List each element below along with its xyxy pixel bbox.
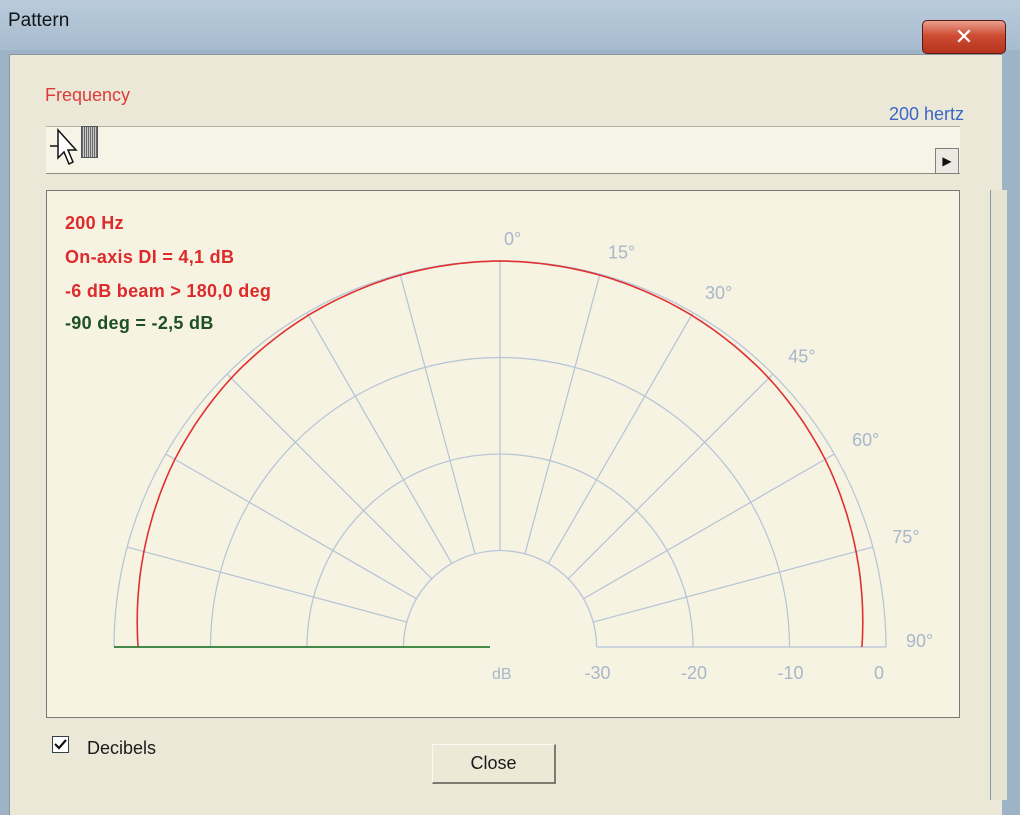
frequency-slider-track[interactable] xyxy=(46,126,960,174)
angle-tick-label: 60° xyxy=(852,430,879,450)
radial-tick-label: 0 xyxy=(874,663,884,683)
grid-ring xyxy=(402,549,598,648)
grid-spoke xyxy=(399,273,476,554)
window-title: Pattern xyxy=(8,10,70,31)
info-frequency: 200 Hz xyxy=(65,213,124,233)
polar-chart-panel: 0° 15° 30° 45° 60° 75° 90° dB -30 -20 -10 0 200 Hz … xyxy=(46,190,960,718)
angle-tick-label: 15° xyxy=(608,243,635,263)
angle-tick-label: 75° xyxy=(892,527,919,547)
angle-tick-label: 90° xyxy=(906,631,933,651)
radial-tick-label: -20 xyxy=(681,663,707,683)
info-beam-width: -6 dB beam > 180,0 deg xyxy=(65,281,272,301)
decibels-checkbox-label: Decibels xyxy=(87,738,157,758)
mouse-cursor-icon xyxy=(50,128,78,166)
radial-tick-label: -30 xyxy=(585,663,611,683)
info-on-axis-di: On-axis DI = 4,1 dB xyxy=(65,247,235,267)
grid-spoke xyxy=(524,273,601,554)
triangle-right-icon: ▶ xyxy=(942,154,952,168)
inner-frame-border xyxy=(990,190,1007,800)
radial-tick-label: -10 xyxy=(778,663,804,683)
frequency-slider-thumb[interactable] xyxy=(80,126,98,158)
grid-spoke xyxy=(593,546,874,623)
grid-spoke xyxy=(126,546,407,623)
polar-chart: 0° 15° 30° 45° 60° 75° 90° dB -30 -20 -10 0 xyxy=(113,229,933,683)
frequency-label: Frequency xyxy=(45,85,131,105)
title-bar: Pattern ✕ xyxy=(0,0,1020,54)
radial-unit-label: dB xyxy=(492,666,512,683)
close-button[interactable]: Close xyxy=(432,744,556,784)
angle-tick-label: 0° xyxy=(504,229,521,249)
info-90-deg-level: -90 deg = -2,5 dB xyxy=(65,313,214,333)
decibels-checkbox[interactable] xyxy=(52,736,69,753)
slider-right-arrow-button[interactable]: ▶ xyxy=(935,148,959,174)
window-close-button[interactable]: ✕ xyxy=(922,20,1006,54)
angle-tick-label: 30° xyxy=(705,283,732,303)
checkmark-icon xyxy=(54,739,67,750)
angle-tick-label: 45° xyxy=(788,347,815,367)
frequency-value: 200 hertz xyxy=(888,104,964,124)
